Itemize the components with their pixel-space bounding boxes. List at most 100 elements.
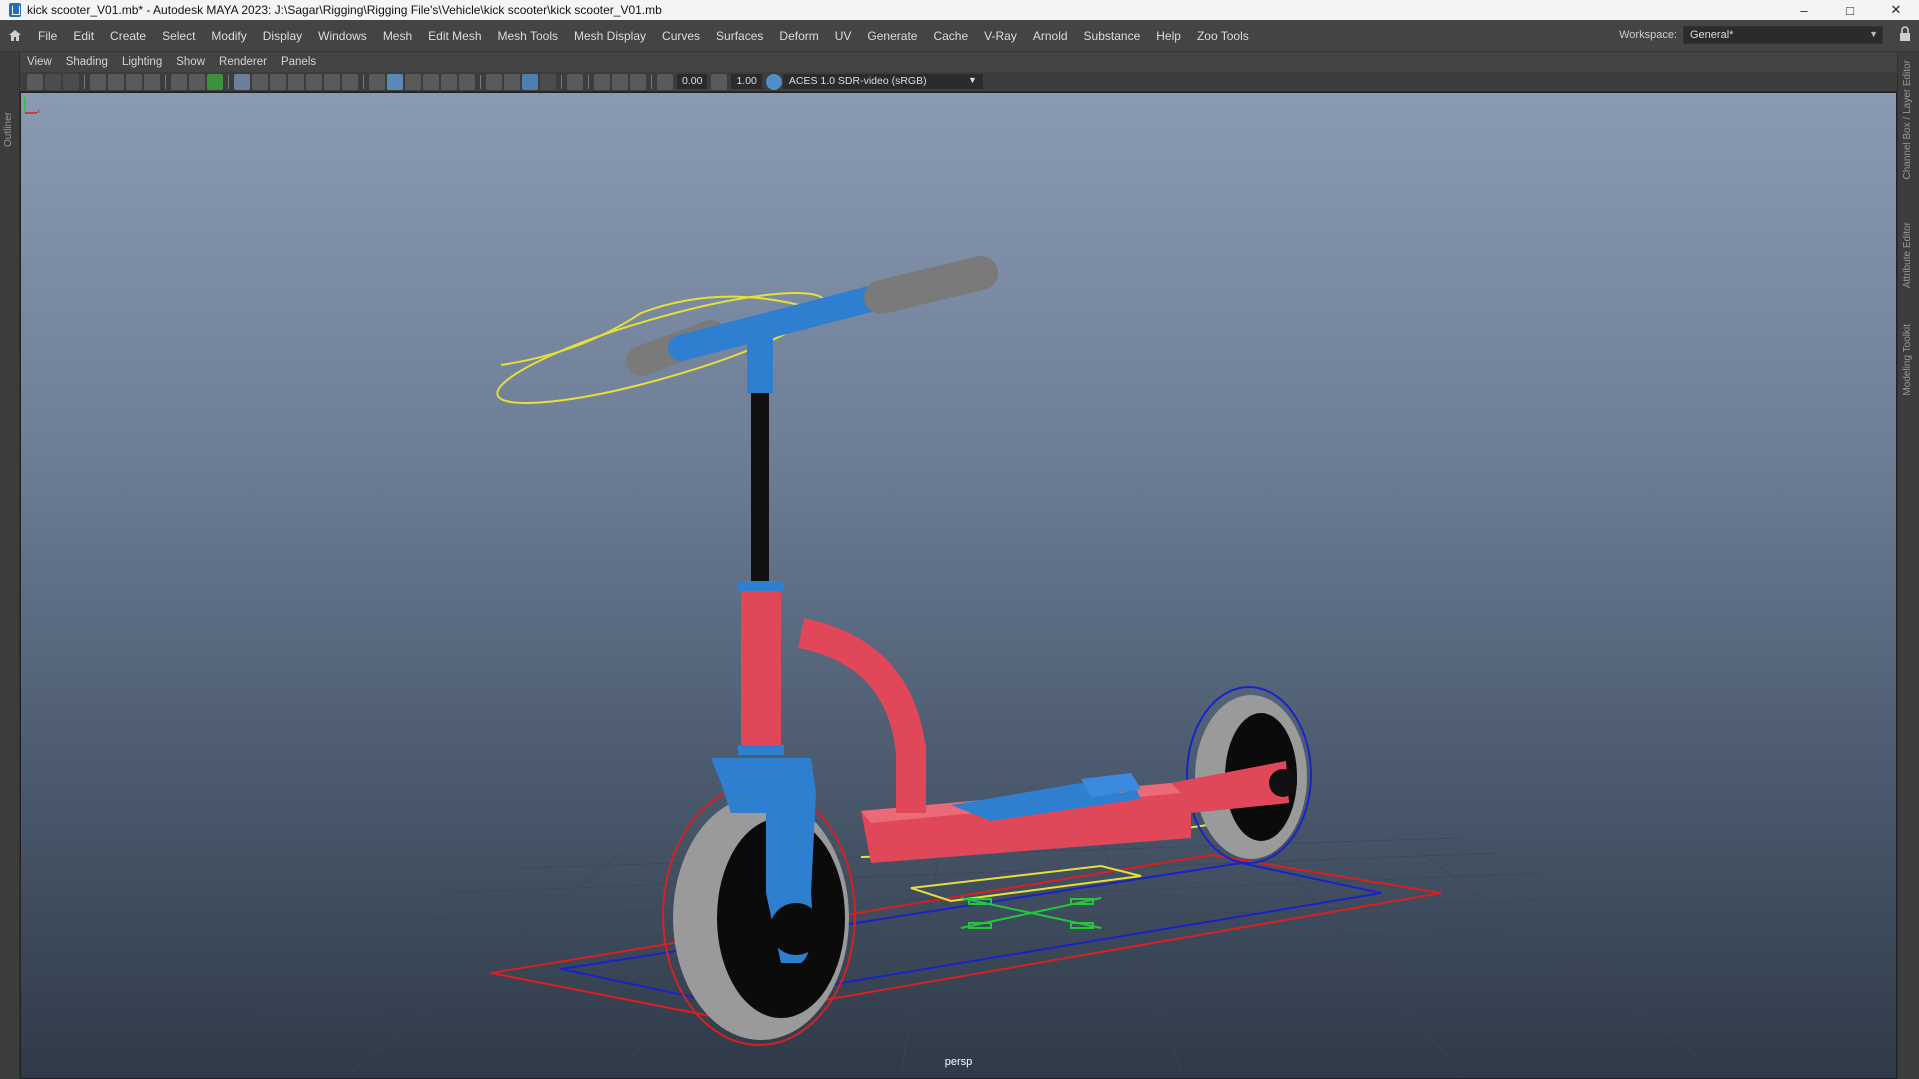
workspace-label: Workspace: (1619, 29, 1677, 41)
outliner-tab[interactable]: Outliner (3, 112, 14, 147)
motion-blur-icon[interactable] (504, 73, 520, 90)
camera-attributes-icon[interactable] (63, 73, 79, 90)
menu-substance[interactable]: Substance (1076, 29, 1149, 43)
resolution-gate-icon[interactable] (270, 73, 286, 90)
safe-action-icon[interactable] (324, 73, 340, 90)
exposure-icon[interactable] (657, 73, 673, 90)
lock-icon[interactable] (1899, 26, 1911, 42)
menu-mesh[interactable]: Mesh (375, 29, 420, 43)
wireframe-on-shaded-icon[interactable] (207, 73, 223, 90)
grid-icon[interactable] (234, 73, 250, 90)
select-tool-icon[interactable] (567, 73, 583, 90)
textured-icon[interactable] (423, 73, 439, 90)
down-tube-collar (896, 743, 926, 813)
minimize-icon[interactable]: – (1781, 0, 1827, 20)
camera-name-label: persp (944, 1056, 973, 1068)
use-all-lights-icon[interactable] (441, 73, 457, 90)
menu-mesh-display[interactable]: Mesh Display (566, 29, 654, 43)
color-management-icon[interactable] (765, 73, 782, 90)
dof-gate-icon[interactable] (612, 73, 628, 90)
menu-edit-mesh[interactable]: Edit Mesh (420, 29, 489, 43)
home-icon[interactable] (0, 29, 30, 42)
menu-arnold[interactable]: Arnold (1025, 29, 1076, 43)
workspace-dropdown[interactable]: General* ▼ (1683, 26, 1883, 44)
menu-modify[interactable]: Modify (203, 29, 254, 43)
steering-stem-upper (751, 393, 769, 583)
menu-curves[interactable]: Curves (654, 29, 708, 43)
menu-help[interactable]: Help (1148, 29, 1189, 43)
image-plane-icon[interactable] (108, 73, 124, 90)
menu-cache[interactable]: Cache (925, 29, 976, 43)
stem-collar-top (738, 581, 784, 591)
isolate-select-icon[interactable] (189, 73, 205, 90)
menu-surfaces[interactable]: Surfaces (708, 29, 771, 43)
perspective-viewport[interactable]: y x persp (20, 92, 1897, 1079)
menu-vray[interactable]: V-Ray (976, 29, 1025, 43)
2d-pan-zoom-icon[interactable] (126, 73, 142, 90)
close-icon[interactable]: ✕ (1873, 0, 1919, 20)
axis-y-label: y (23, 95, 26, 101)
menu-generate[interactable]: Generate (859, 29, 925, 43)
field-chart-icon[interactable] (306, 73, 322, 90)
menu-display[interactable]: Display (255, 29, 310, 43)
panel-menu-bar: View Shading Lighting Show Renderer Pane… (20, 52, 1897, 72)
menu-edit[interactable]: Edit (65, 29, 102, 43)
axis-x-label: x (37, 109, 40, 115)
handlebar-grip-right (864, 256, 998, 314)
view-transform-dropdown[interactable]: ACES 1.0 SDR-video (sRGB) ▼ (782, 74, 983, 89)
menu-zoo-tools[interactable]: Zoo Tools (1189, 29, 1257, 43)
shadows-icon[interactable] (459, 73, 475, 90)
right-dock-strip: Channel Box / Layer Editor Attribute Edi… (1897, 52, 1919, 1079)
panel-menu-lighting[interactable]: Lighting (115, 56, 169, 68)
xray-icon[interactable] (171, 73, 187, 90)
select-camera-icon[interactable] (27, 73, 43, 90)
window-title: kick scooter_V01.mb* - Autodesk MAYA 202… (27, 3, 662, 17)
film-gate-icon[interactable] (252, 73, 268, 90)
default-material-icon[interactable] (405, 73, 421, 90)
chevron-down-icon: ▼ (967, 75, 977, 85)
lock-camera-icon[interactable] (45, 73, 61, 90)
safe-title-icon[interactable] (342, 73, 358, 90)
scene-render (260, 256, 1722, 1074)
bookmarks-icon[interactable] (90, 73, 106, 90)
maximize-icon[interactable]: □ (1827, 0, 1873, 20)
anti-aliasing-icon[interactable] (522, 73, 538, 90)
menu-create[interactable]: Create (102, 29, 154, 43)
handlebar-clamp (747, 323, 773, 393)
main-menu-bar: File Edit Create Select Modify Display W… (0, 20, 1919, 52)
panel-menu-show[interactable]: Show (169, 56, 212, 68)
depth-of-field-icon[interactable] (540, 73, 556, 90)
panel-menu-panels[interactable]: Panels (274, 56, 323, 68)
chevron-down-icon: ▼ (1869, 29, 1878, 39)
modeling-toolkit-tab[interactable]: Modeling Toolkit (1902, 324, 1913, 396)
ambient-occlusion-icon[interactable] (486, 73, 502, 90)
outliner-strip[interactable]: Outliner (0, 52, 20, 1079)
panel-menu-renderer[interactable]: Renderer (212, 56, 274, 68)
workspace-selector: Workspace: General* ▼ (1619, 26, 1883, 44)
channel-box-tab[interactable]: Channel Box / Layer Editor (1902, 60, 1913, 180)
smooth-shade-icon[interactable] (387, 73, 403, 90)
center-control-green (960, 897, 1102, 929)
frame-all-icon[interactable] (630, 73, 646, 90)
menu-file[interactable]: File (30, 29, 65, 43)
gate-mask-icon[interactable] (288, 73, 304, 90)
hud-icon[interactable] (594, 73, 610, 90)
wireframe-icon[interactable] (369, 73, 385, 90)
gamma-field[interactable]: 1.00 (731, 74, 762, 89)
panel-menu-shading[interactable]: Shading (59, 56, 115, 68)
stem-collar-bottom (738, 745, 784, 755)
view-axis-indicator: y x (23, 95, 40, 115)
menu-select[interactable]: Select (154, 29, 203, 43)
exposure-field[interactable]: 0.00 (677, 74, 708, 89)
rear-axle (1269, 769, 1297, 797)
front-axle (770, 903, 822, 955)
menu-windows[interactable]: Windows (310, 29, 375, 43)
grease-pencil-icon[interactable] (144, 73, 160, 90)
panel-menu-view[interactable]: View (20, 56, 59, 68)
attribute-editor-tab[interactable]: Attribute Editor (1902, 222, 1913, 288)
root-control-red (490, 854, 1442, 1019)
menu-deform[interactable]: Deform (771, 29, 826, 43)
gamma-icon[interactable] (711, 73, 728, 90)
menu-uv[interactable]: UV (827, 29, 860, 43)
menu-mesh-tools[interactable]: Mesh Tools (490, 29, 566, 43)
